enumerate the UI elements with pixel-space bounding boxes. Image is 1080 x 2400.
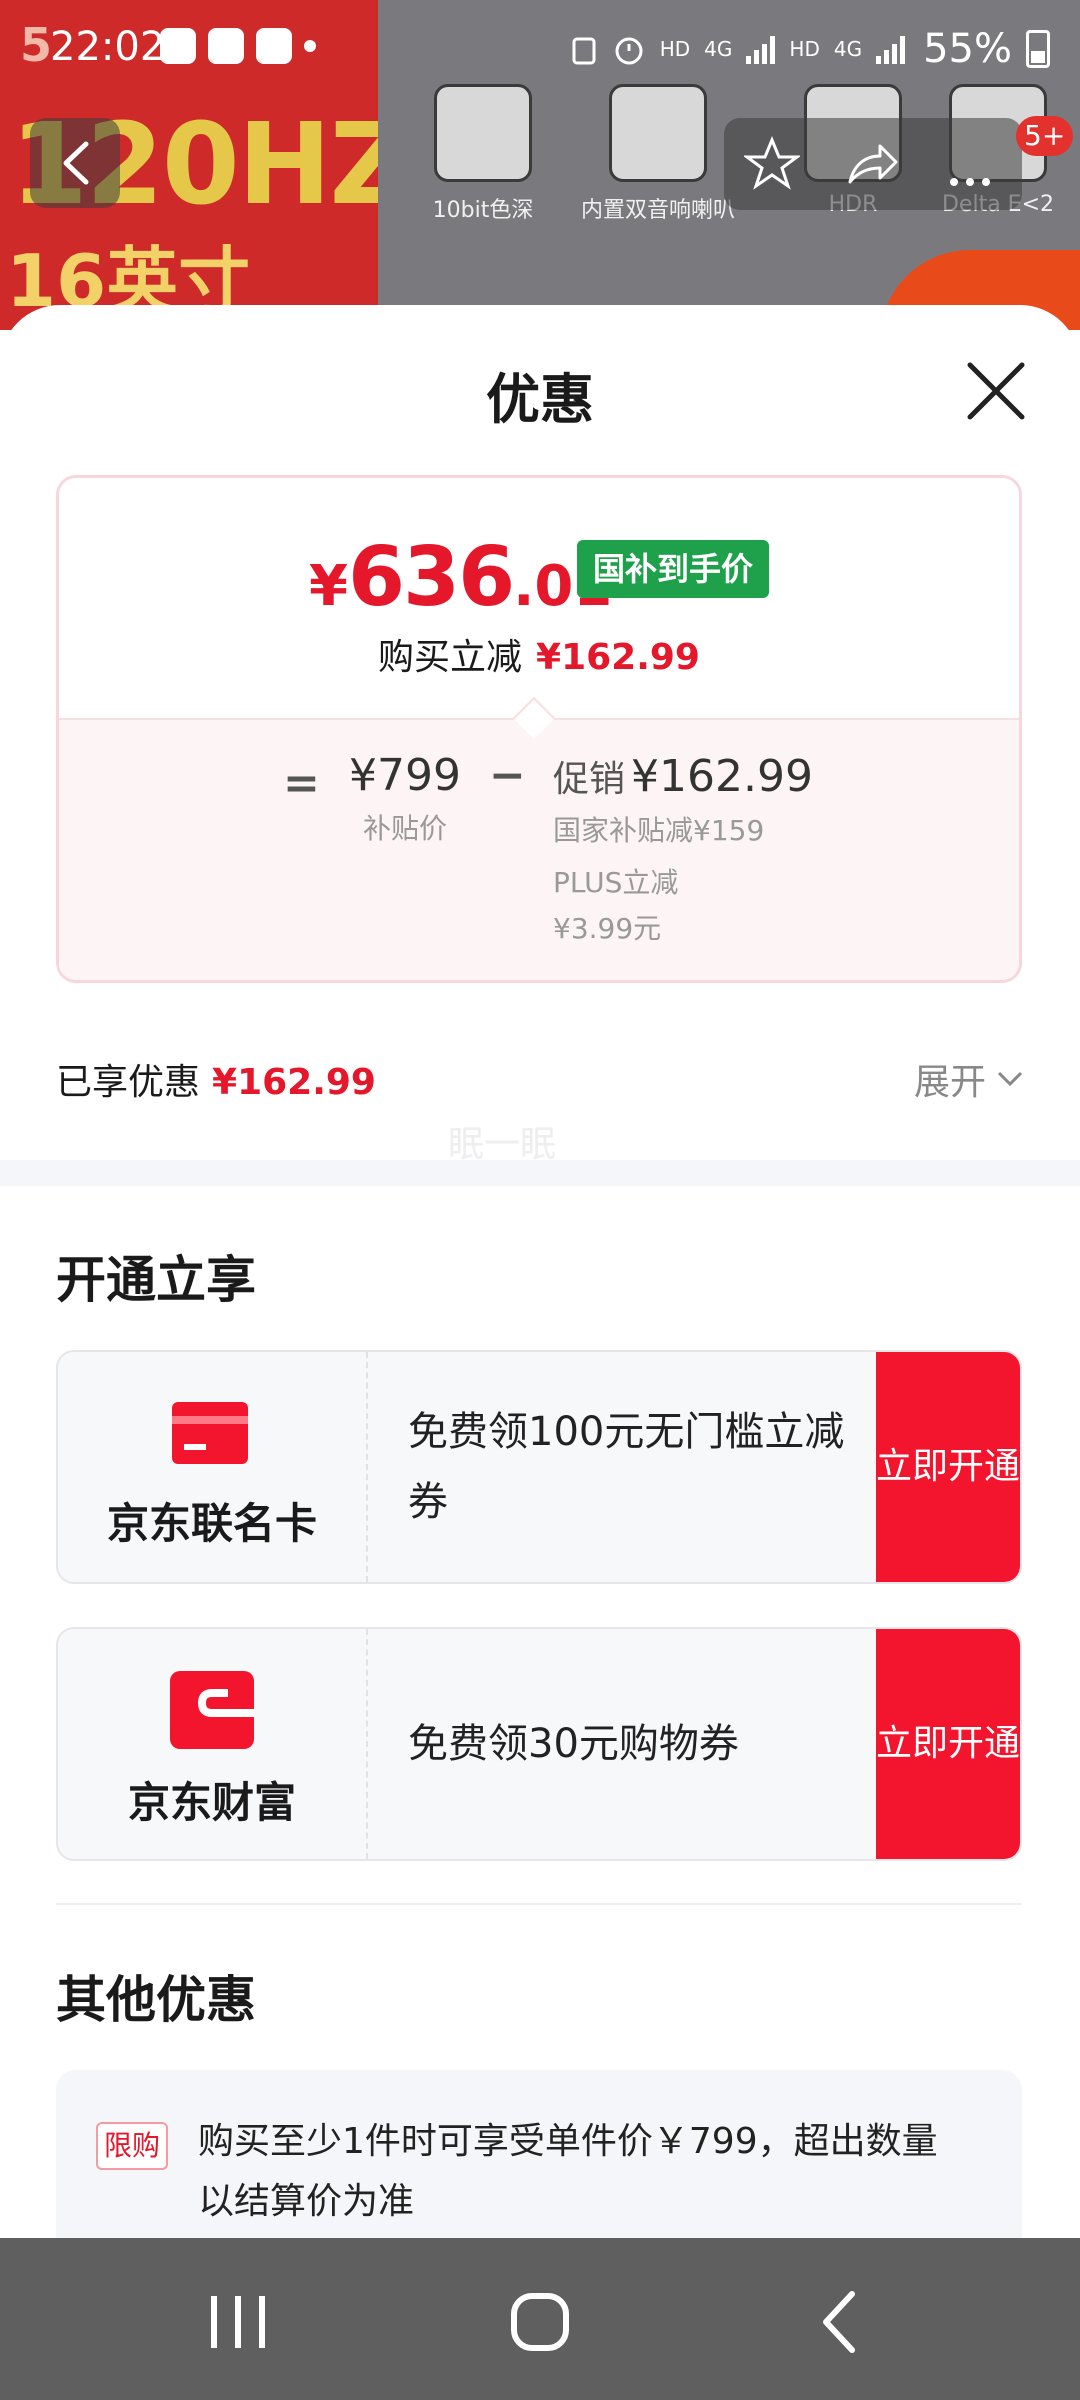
chevron-down-icon (997, 1071, 1023, 1087)
top-action-group (724, 118, 1022, 210)
expand-label: 展开 (913, 1062, 986, 1103)
promo-value: ¥162.99 (631, 751, 813, 802)
battery-percent: 55% (923, 26, 1012, 72)
currency-symbol: ¥ (309, 554, 348, 619)
offer-brand-name: 京东联名卡 (106, 1499, 317, 1548)
offer-brand-name: 京东财富 (127, 1778, 296, 1827)
final-price: ¥636.01 (309, 530, 612, 625)
network-label-2: 4G (833, 37, 863, 61)
enjoyed-discount: 已享优惠 ¥162.99 (56, 1053, 376, 1105)
activate-now-button[interactable]: 立即开通 (876, 1352, 1020, 1582)
promo-discount: 促销 ¥162.99 国家补贴减¥159 PLUS立减 ¥3.99元 (553, 750, 813, 952)
card-offer-jd-finance[interactable]: 京东财富 免费领30元购物券 立即开通 (56, 1627, 1022, 1861)
more-icon[interactable] (942, 136, 998, 192)
battery-icon (1026, 30, 1050, 68)
limit-description: 购买至少1件时可享受单件价￥799，超出数量以结算价为准 (198, 2121, 938, 2222)
share-icon[interactable] (844, 136, 900, 192)
hd-label: HD (659, 37, 691, 61)
status-bar: 22:02 HD 4G HD 4G 55% (0, 0, 1080, 100)
hd-label-2: HD (789, 37, 820, 61)
app-notification-icon (160, 28, 196, 64)
feature-10bit: 10bit色深 (408, 84, 558, 224)
home-icon[interactable] (500, 2282, 580, 2362)
recent-apps-icon[interactable] (198, 2282, 278, 2362)
back-button[interactable] (30, 118, 120, 208)
chevron-left-icon (63, 141, 89, 185)
promo-detail: 国家补贴减¥159 (553, 814, 765, 847)
message-badge: 5+ (1016, 116, 1074, 156)
base-price-label: 补贴价 (362, 812, 447, 845)
enjoyed-value: ¥162.99 (212, 1062, 376, 1103)
signal-icon (746, 34, 776, 64)
purchase-limit-item: 限购 购买至少1件时可享受单件价￥799，超出数量以结算价为准 (56, 2070, 1022, 2240)
offer-brand: 京东财富 (58, 1629, 368, 1859)
card-offer-jd-cobrand[interactable]: 京东联名卡 免费领100元无门槛立减券 立即开通 (56, 1350, 1022, 1584)
offer-description: 免费领30元购物券 (408, 1721, 739, 1767)
price-breakdown (59, 718, 1019, 980)
enjoyed-label: 已享优惠 (56, 1062, 201, 1103)
wallet-icon (170, 1671, 254, 1749)
system-navigation-bar (0, 2238, 1080, 2400)
reduction-value: ¥162.99 (536, 637, 700, 678)
equals-sign: = (283, 758, 320, 809)
base-price-value: ¥799 (349, 750, 461, 801)
app2-notification-icon (256, 28, 292, 64)
section-divider (0, 1160, 1080, 1186)
gallery-notification-icon (208, 28, 244, 64)
alarm-icon (615, 37, 643, 65)
recycle-icon (572, 37, 596, 65)
offer-description: 免费领100元无门槛立减券 (408, 1409, 845, 1525)
open-section-title: 开通立享 (56, 1251, 256, 1309)
discount-sheet: 优惠 ¥636.01 国补到手价 购买立减 ¥162.99 = ¥799 补贴价 … (0, 305, 1080, 2240)
close-icon[interactable] (960, 355, 1032, 427)
other-section-title: 其他优惠 (56, 1971, 256, 2029)
feature-label: 10bit色深 (432, 198, 534, 223)
price-integer: 636 (347, 530, 515, 625)
credit-card-icon (172, 1402, 248, 1464)
network-label: 4G (704, 37, 733, 61)
status-right-icons: HD 4G HD 4G 55% (570, 26, 1050, 72)
minus-sign: − (489, 750, 526, 801)
reduction-label: 购买立减 (378, 637, 523, 678)
promo-detail: PLUS立减 (553, 866, 679, 899)
price-summary-card: ¥636.01 国补到手价 购买立减 ¥162.99 = ¥799 补贴价 − 促… (56, 475, 1022, 983)
limit-badge: 限购 (96, 2122, 169, 2170)
activate-now-button[interactable]: 立即开通 (876, 1629, 1020, 1859)
promo-label: 促销 (553, 759, 626, 800)
base-price: ¥799 补贴价 (349, 750, 461, 847)
offer-brand: 京东联名卡 (58, 1352, 368, 1582)
subsidy-price-tag: 国补到手价 (577, 540, 770, 598)
star-icon[interactable] (744, 136, 800, 192)
more-notifications-icon (304, 40, 316, 52)
signal-icon-2 (876, 34, 906, 64)
notification-icons (160, 28, 316, 64)
status-time: 22:02 (50, 24, 166, 70)
purchase-reduction: 购买立减 ¥162.99 (59, 628, 1019, 680)
final-price-section: ¥636.01 国补到手价 购买立减 ¥162.99 (59, 478, 1019, 718)
separator (56, 1903, 1022, 1905)
promo-detail: ¥3.99元 (553, 912, 662, 945)
back-nav-icon[interactable] (800, 2282, 880, 2362)
expand-button[interactable]: 展开 (914, 1053, 1024, 1105)
sheet-title: 优惠 (486, 368, 594, 431)
